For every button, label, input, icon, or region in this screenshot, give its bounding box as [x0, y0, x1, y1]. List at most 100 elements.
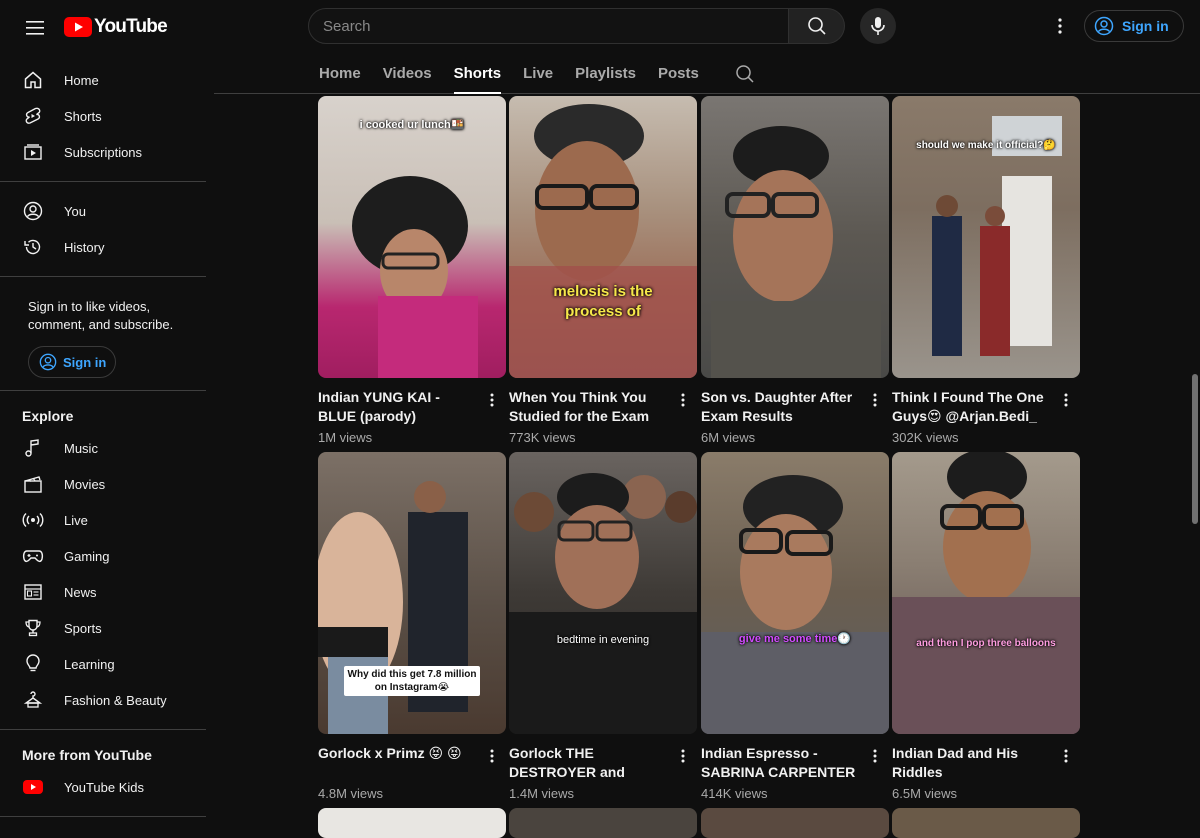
tab-shorts[interactable]: Shorts [453, 56, 502, 94]
sidebar-item-label: History [64, 239, 105, 255]
short-thumbnail[interactable]: i cooked ur lunch🍱 [318, 96, 506, 378]
sidebar-item-shorts[interactable]: Shorts [0, 98, 206, 134]
home-icon [22, 69, 44, 91]
short-card: and then I pop three balloons Indian Dad… [892, 452, 1080, 801]
sidebar-sign-in-button[interactable]: Sign in [28, 346, 116, 378]
sidebar-item-label: News [64, 584, 97, 600]
short-more-button[interactable] [675, 388, 691, 412]
tab-home[interactable]: Home [319, 56, 361, 94]
sidebar-item-subscriptions[interactable]: Subscriptions [0, 134, 206, 170]
sidebar-item-label: Movies [64, 476, 106, 492]
more-vert-icon [1064, 393, 1068, 407]
search-input[interactable] [308, 8, 789, 44]
short-more-button[interactable] [1058, 744, 1074, 768]
short-views: 6.5M views [892, 786, 958, 801]
live-icon [22, 509, 44, 531]
sidebar-item-label: Fashion & Beauty [64, 692, 167, 708]
search-button[interactable] [789, 8, 845, 44]
short-thumbnail[interactable]: Why did this get 7.8 million on Instagra… [318, 452, 506, 734]
short-thumbnail[interactable]: melosis is the process of [509, 96, 697, 378]
thumbnail-caption: melosis is the process of [553, 283, 653, 320]
short-thumbnail[interactable] [318, 808, 506, 838]
short-title[interactable]: Gorlock x Primz 😝 😝 [318, 744, 478, 782]
sidebar-divider [0, 276, 206, 277]
short-thumbnail[interactable] [701, 96, 889, 378]
settings-menu-button[interactable] [1046, 10, 1074, 42]
short-thumbnail[interactable] [509, 808, 697, 838]
short-title[interactable]: Indian Espresso - SABRINA CARPENTER [701, 744, 861, 782]
page-scrollbar[interactable] [1190, 96, 1200, 829]
short-thumbnail[interactable] [892, 808, 1080, 838]
short-card: should we make it official?🤔 Think I Fou… [892, 96, 1080, 445]
short-thumbnail[interactable]: bedtime in evening [509, 452, 697, 734]
short-thumbnail[interactable]: give me some time🕐 [701, 452, 889, 734]
short-info: Indian Dad and His Riddles 6.5M views [892, 744, 1080, 801]
sidebar-item-gaming[interactable]: Gaming [0, 538, 206, 574]
sidebar-divider [0, 390, 206, 391]
short-title[interactable]: Indian Dad and His Riddles [892, 744, 1052, 782]
sidebar-item-news[interactable]: News [0, 574, 206, 610]
short-title[interactable]: When You Think You Studied for the Exam [509, 388, 669, 426]
sidebar-item-live[interactable]: Live [0, 502, 206, 538]
short-card: melosis is the process of When You Think… [509, 96, 697, 445]
short-card: i cooked ur lunch🍱 Indian YUNG KAI - BLU… [318, 96, 506, 445]
sidebar-item-learning[interactable]: Learning [0, 646, 206, 682]
sidebar: Home Shorts Subscriptions You History Si… [0, 56, 206, 829]
short-more-button[interactable] [484, 388, 500, 412]
thumbnail-caption: and then I pop three balloons [916, 638, 1056, 649]
short-thumbnail[interactable] [701, 808, 889, 838]
short-thumbnail[interactable]: and then I pop three balloons [892, 452, 1080, 734]
sidebar-item-history[interactable]: History [0, 229, 206, 265]
short-card [318, 808, 506, 838]
short-more-button[interactable] [1058, 388, 1074, 412]
sidebar-item-label: Learning [64, 656, 115, 672]
thumbnail-person-image [509, 104, 697, 378]
sidebar-item-sports[interactable]: Sports [0, 610, 206, 646]
sign-in-button[interactable]: Sign in [1084, 10, 1184, 42]
sign-in-prompt: Sign in to like videos, comment, and sub… [28, 299, 174, 332]
short-views: 302K views [892, 430, 959, 445]
more-from-youtube-heading: More from YouTube [22, 747, 152, 763]
short-more-button[interactable] [675, 744, 691, 768]
scrollbar-thumb[interactable] [1192, 374, 1198, 524]
sidebar-item-you[interactable]: You [0, 193, 206, 229]
short-more-button[interactable] [484, 744, 500, 768]
tab-playlists[interactable]: Playlists [575, 56, 636, 94]
news-icon [22, 581, 44, 603]
tab-live[interactable]: Live [523, 56, 553, 94]
movies-icon [22, 473, 44, 495]
channel-search-button[interactable] [735, 56, 755, 89]
short-views: 4.8M views [318, 786, 384, 801]
short-title[interactable]: Gorlock THE DESTROYER and Brown Boys [509, 744, 669, 782]
short-more-button[interactable] [867, 744, 883, 768]
sidebar-item-label: Live [64, 512, 88, 528]
short-info: Gorlock x Primz 😝 😝 4.8M views [318, 744, 506, 801]
short-thumbnail[interactable]: should we make it official?🤔 [892, 96, 1080, 378]
voice-search-button[interactable] [860, 8, 896, 44]
youtube-logo[interactable]: YouTube [64, 16, 168, 38]
short-views: 6M views [701, 430, 756, 445]
tab-posts[interactable]: Posts [658, 56, 699, 94]
short-more-button[interactable] [867, 388, 883, 412]
short-views: 773K views [509, 430, 576, 445]
short-views: 1M views [318, 430, 373, 445]
sidebar-item-fashion-beauty[interactable]: Fashion & Beauty [0, 682, 206, 718]
sidebar-item-label: You [64, 203, 86, 219]
sidebar-item-youtube-kids[interactable]: YouTube Kids [0, 769, 206, 805]
sidebar-item-movies[interactable]: Movies [0, 466, 206, 502]
tab-videos[interactable]: Videos [383, 56, 432, 94]
short-title[interactable]: Son vs. Daughter After Exam Results [701, 388, 861, 426]
thumbnail-caption: give me some time🕐 [738, 633, 852, 645]
hamburger-menu-button[interactable] [16, 8, 56, 48]
menu-icon [26, 21, 44, 35]
sidebar-item-music[interactable]: Music [0, 430, 206, 466]
sidebar-item-home[interactable]: Home [0, 62, 206, 98]
short-title[interactable]: Indian YUNG KAI - BLUE (parody) [318, 388, 478, 426]
account-icon [22, 200, 44, 222]
hanger-icon [22, 689, 44, 711]
more-vert-icon [873, 393, 877, 407]
search-icon [807, 17, 826, 35]
short-title[interactable]: Think I Found The One Guys😍 @Arjan.Bedi_ [892, 388, 1052, 426]
sidebar-divider [0, 816, 206, 817]
thumbnail-caption: i cooked ur lunch🍱 [359, 119, 465, 131]
